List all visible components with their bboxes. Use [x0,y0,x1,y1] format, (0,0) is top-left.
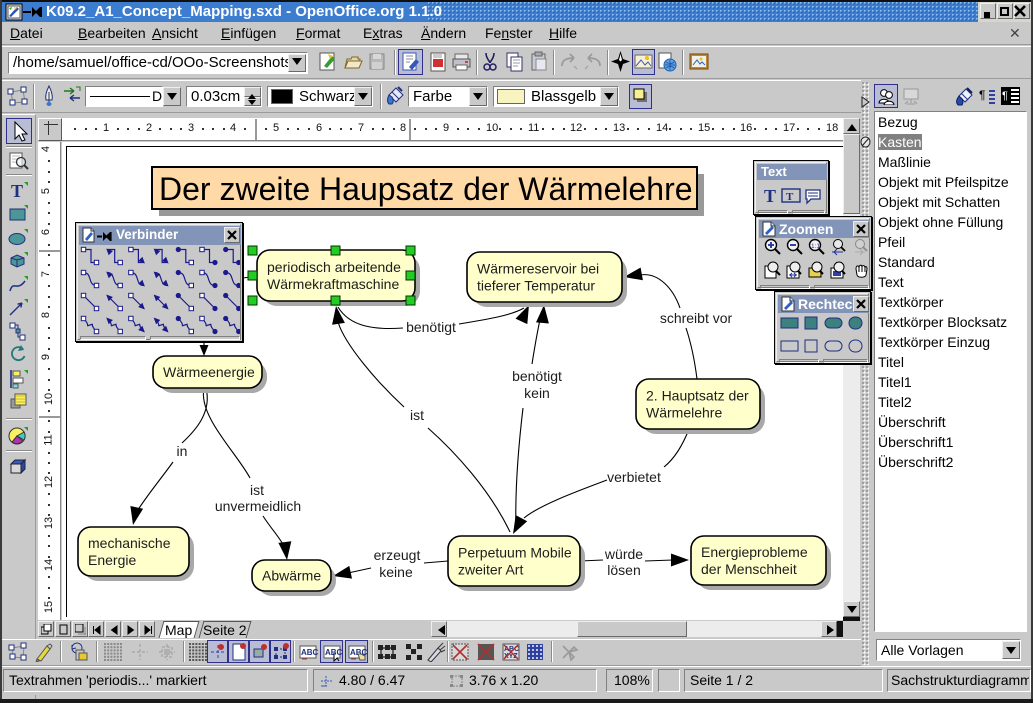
svg-text:würde: würde [604,546,643,562]
svg-text:benötigt: benötigt [406,319,456,335]
svg-text:Wärmelehre: Wärmelehre [646,404,722,420]
svg-text:¶: ¶ [1002,90,1008,102]
svg-text:2. Hauptsatz der: 2. Hauptsatz der [646,387,749,403]
svg-text:schreibt vor: schreibt vor [660,310,733,326]
svg-text:in: in [177,443,188,459]
svg-text:Wärmereservoir bei: Wärmereservoir bei [477,260,599,276]
svg-text:1:1: 1:1 [811,243,820,250]
svg-text:benötigt: benötigt [512,368,562,384]
svg-text:T: T [786,191,794,203]
svg-text:zweiter Art: zweiter Art [458,561,523,577]
svg-text:Energieprobleme: Energieprobleme [701,544,808,560]
svg-text:unvermeidlich: unvermeidlich [215,498,301,514]
svg-text:tieferer Temperatur: tieferer Temperatur [477,277,595,293]
svg-text:verbietet: verbietet [607,469,661,485]
svg-text:Abwärme: Abwärme [262,567,321,583]
svg-text:periodisch arbeitende: periodisch arbeitende [267,259,401,275]
svg-text:erzeugt: erzeugt [374,547,421,563]
svg-text:ABC: ABC [301,648,318,657]
svg-text:¶: ¶ [979,88,985,102]
svg-text:ist: ist [410,407,424,423]
svg-text:kein: kein [524,385,550,401]
svg-text:keine: keine [379,564,413,580]
svg-text:der Menschheit: der Menschheit [701,561,797,577]
svg-text:Wärmeenergie: Wärmeenergie [163,364,255,380]
svg-text:mechanische: mechanische [88,535,171,551]
svg-text:T: T [764,186,776,206]
svg-text:ist: ist [250,482,264,498]
svg-text:T: T [11,181,23,201]
svg-text:Perpetuum Mobile: Perpetuum Mobile [458,544,572,560]
svg-text:Wärmekraftmaschine: Wärmekraftmaschine [267,276,399,292]
svg-text:Energie: Energie [88,552,136,568]
svg-text:Der zweite Haupsatz der Wärmel: Der zweite Haupsatz der Wärmelehre [159,171,693,207]
svg-text:lösen: lösen [607,562,640,578]
